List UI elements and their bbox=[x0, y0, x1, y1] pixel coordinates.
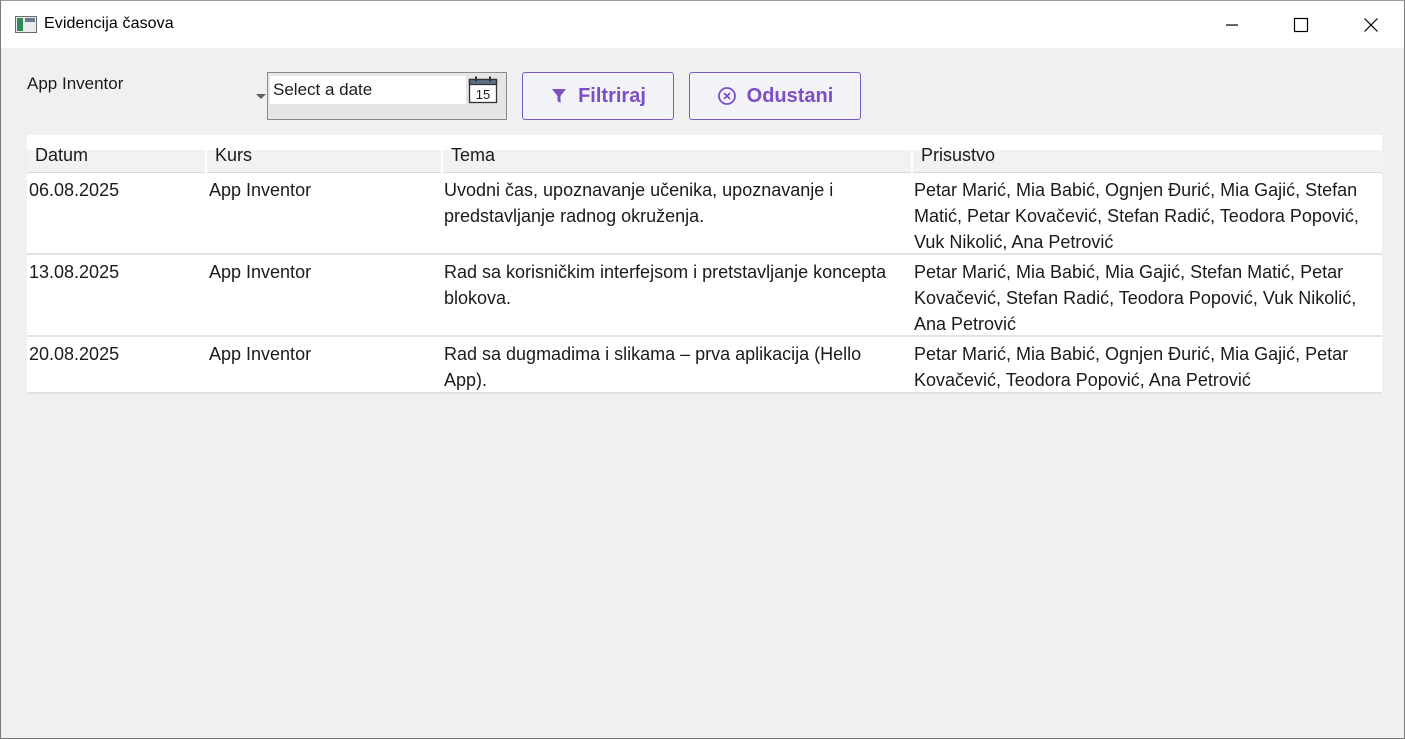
grid-header: Datum Kurs Tema Prisustvo bbox=[27, 135, 1382, 173]
window-title: Evidencija časova bbox=[44, 15, 174, 32]
column-header-datum[interactable]: Datum bbox=[27, 135, 207, 173]
filter-button[interactable]: Filtriraj bbox=[522, 72, 674, 120]
cell-kurs: App Inventor bbox=[209, 180, 312, 200]
column-header-prisustvo[interactable]: Prisustvo bbox=[913, 135, 1382, 173]
cell-kurs: App Inventor bbox=[209, 262, 312, 282]
app-icon bbox=[15, 16, 37, 33]
maximize-button[interactable] bbox=[1266, 1, 1336, 48]
calendar-day-label: 15 bbox=[476, 87, 490, 102]
cell-tema: Uvodni čas, upoznavanje učenika, upoznav… bbox=[444, 180, 834, 226]
table-row[interactable]: 06.08.2025 App Inventor Uvodni čas, upoz… bbox=[27, 173, 1382, 255]
column-header-tema[interactable]: Tema bbox=[443, 135, 913, 173]
cancel-button[interactable]: Odustani bbox=[689, 72, 861, 120]
cell-datum: 06.08.2025 bbox=[29, 180, 120, 200]
minimize-button[interactable] bbox=[1197, 1, 1267, 48]
app-window: Evidencija časova App Inventor Select a … bbox=[0, 0, 1405, 739]
maximize-icon bbox=[1293, 17, 1309, 32]
cell-prisustvo: Petar Marić, Mia Babić, Ognjen Đurić, Mi… bbox=[914, 180, 1359, 252]
chevron-down-icon[interactable] bbox=[256, 94, 266, 99]
lessons-grid[interactable]: Datum Kurs Tema Prisustvo 06.08.2025 App… bbox=[27, 135, 1382, 394]
cell-kurs: App Inventor bbox=[209, 344, 312, 364]
cancel-button-label: Odustani bbox=[746, 84, 834, 107]
course-combobox-value: App Inventor bbox=[27, 74, 124, 93]
column-header-kurs[interactable]: Kurs bbox=[207, 135, 443, 173]
minimize-icon bbox=[1226, 23, 1238, 26]
cell-tema: Rad sa dugmadima i slikama – prva aplika… bbox=[444, 344, 862, 390]
cell-prisustvo: Petar Marić, Mia Babić, Mia Gajić, Stefa… bbox=[914, 262, 1357, 334]
cell-datum: 13.08.2025 bbox=[29, 262, 120, 282]
title-bar[interactable]: Evidencija časova bbox=[1, 1, 1404, 48]
date-picker[interactable]: 15 bbox=[267, 72, 507, 120]
cell-datum: 20.08.2025 bbox=[29, 344, 120, 364]
table-row[interactable]: 20.08.2025 App Inventor Rad sa dugmadima… bbox=[27, 337, 1382, 394]
calendar-icon[interactable]: 15 bbox=[468, 76, 498, 104]
funnel-icon bbox=[552, 89, 567, 103]
course-combobox[interactable]: App Inventor bbox=[21, 70, 269, 106]
close-icon bbox=[1364, 17, 1378, 32]
table-row[interactable]: 13.08.2025 App Inventor Rad sa korisničk… bbox=[27, 255, 1382, 337]
filter-button-label: Filtriraj bbox=[578, 84, 646, 107]
cell-prisustvo: Petar Marić, Mia Babić, Ognjen Đurić, Mi… bbox=[914, 344, 1349, 390]
close-button[interactable] bbox=[1336, 1, 1405, 48]
circle-x-icon bbox=[717, 87, 736, 105]
cell-tema: Rad sa korisničkim interfejsom i pretsta… bbox=[444, 262, 887, 308]
date-input[interactable] bbox=[270, 76, 466, 104]
